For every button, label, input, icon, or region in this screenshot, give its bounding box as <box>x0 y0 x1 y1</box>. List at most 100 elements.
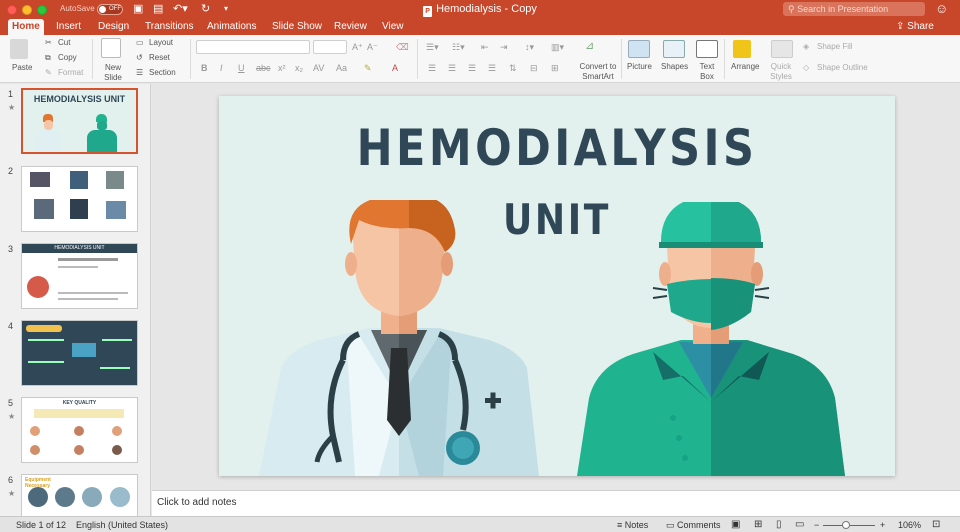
tab-view[interactable]: View <box>378 19 408 35</box>
text-box-icon[interactable] <box>696 40 718 58</box>
thumbnail-photo <box>70 199 88 219</box>
thumbnail-title: HEMODIALYSIS UNIT <box>33 94 126 104</box>
search-input[interactable]: ⚲ Search in Presentation <box>783 2 925 16</box>
quick-styles-icon[interactable] <box>771 40 793 58</box>
slide-canvas[interactable]: HEMODIALYSIS UNIT <box>219 96 895 476</box>
format-painter-button[interactable]: Format <box>58 68 83 78</box>
language-status[interactable]: English (United States) <box>76 519 168 531</box>
bullets-icon[interactable]: ☰▾ <box>426 41 439 53</box>
slide-thumbnail-panel[interactable]: 1 ★ HEMODIALYSIS UNIT 2 3 HEMODIALYSIS U… <box>0 84 151 516</box>
line-spacing-icon[interactable]: ↕▾ <box>525 41 534 53</box>
strikethrough-icon[interactable]: abc <box>256 62 271 74</box>
align-left-icon[interactable]: ☰ <box>428 62 436 74</box>
zoom-level[interactable]: 106% <box>898 519 921 531</box>
clear-format-icon[interactable]: ⌫ <box>396 41 409 53</box>
font-size-select[interactable] <box>313 40 347 54</box>
reading-view-icon[interactable]: ▯ <box>776 519 782 531</box>
grow-font-icon[interactable]: A⁺ <box>352 41 363 53</box>
smartart-icon[interactable]: ⊿ <box>585 41 594 52</box>
notes-pane[interactable]: Click to add notes <box>152 490 960 516</box>
section-button[interactable]: Section <box>149 68 176 78</box>
tab-transitions[interactable]: Transitions <box>141 19 198 35</box>
surgeon-illustration[interactable] <box>571 202 851 476</box>
text-direction-icon[interactable]: ⇅ <box>509 62 517 74</box>
highlight-icon[interactable]: ✎ <box>364 62 372 74</box>
tab-home[interactable]: Home <box>8 19 44 35</box>
layout-button[interactable]: Layout <box>149 38 173 48</box>
paste-button[interactable]: Paste <box>12 63 32 73</box>
tab-design[interactable]: Design <box>94 19 133 35</box>
thumbnail-star-icon: ★ <box>8 412 16 421</box>
thumbnail-number: 5 <box>8 398 14 408</box>
slide-sorter-icon[interactable]: ⊞ <box>754 519 762 531</box>
cut-icon: ✂ <box>45 38 52 47</box>
tab-slide-show[interactable]: Slide Show <box>268 19 326 35</box>
shrink-font-icon[interactable]: A⁻ <box>367 41 378 53</box>
normal-view-icon[interactable]: ▣ <box>731 519 740 531</box>
justify-icon[interactable]: ☰ <box>488 62 496 74</box>
reset-icon: ↺ <box>136 53 143 62</box>
slide-title[interactable]: HEMODIALYSIS <box>266 118 847 178</box>
feedback-smiley-icon[interactable]: ☺ <box>935 2 948 16</box>
tab-insert[interactable]: Insert <box>52 19 85 35</box>
reset-button[interactable]: Reset <box>149 53 170 63</box>
superscript-icon[interactable]: x² <box>278 62 286 74</box>
title-bar: AutoSave OFF ▣ ▤ ↶▾ ↻ ▾ P Hemodialysis - … <box>0 0 960 19</box>
zoom-in-icon[interactable]: + <box>880 519 885 531</box>
thumbnail-slide-2[interactable] <box>21 166 138 232</box>
doctor-face-mini <box>44 120 53 130</box>
decrease-indent-icon[interactable]: ⇤ <box>481 41 489 53</box>
copy-button[interactable]: Copy <box>58 53 77 63</box>
slideshow-view-icon[interactable]: ▭ <box>795 519 804 531</box>
arrange-icon[interactable] <box>733 40 751 58</box>
shapes-icon[interactable] <box>663 40 685 58</box>
tab-animations[interactable]: Animations <box>203 19 260 35</box>
font-family-select[interactable] <box>196 40 310 54</box>
thumbnail-slide-4[interactable] <box>21 320 138 386</box>
thumbnail-slide-5[interactable]: KEY QUALITY <box>21 397 138 463</box>
subscript-icon[interactable]: x₂ <box>295 62 303 74</box>
new-slide-icon[interactable] <box>101 38 121 58</box>
thumbnail-slide-6[interactable]: Equipment Necessary <box>21 474 138 516</box>
arrange-button[interactable]: Arrange <box>731 62 759 72</box>
tab-review[interactable]: Review <box>330 19 371 35</box>
search-icon: ⚲ <box>788 4 798 14</box>
character-spacing-icon[interactable]: AV <box>313 62 324 74</box>
quick-styles-button[interactable]: Quick Styles <box>768 62 794 82</box>
italic-icon[interactable]: I <box>220 62 223 74</box>
share-icon: ⇪ <box>896 21 908 32</box>
underline-icon[interactable]: U <box>238 62 245 74</box>
change-case-icon[interactable]: Aa <box>336 62 347 74</box>
vertical-align-icon[interactable]: ⊞ <box>551 62 559 74</box>
fit-to-window-icon[interactable]: ⊡ <box>932 519 940 531</box>
doctor-illustration[interactable] <box>259 200 539 476</box>
comments-toggle-button[interactable]: ▭ Comments <box>666 519 721 531</box>
cut-button[interactable]: Cut <box>58 38 70 48</box>
increase-indent-icon[interactable]: ⇥ <box>500 41 508 53</box>
columns-icon[interactable]: ▥▾ <box>551 41 564 53</box>
thumbnail-slide-1[interactable]: HEMODIALYSIS UNIT <box>21 88 138 154</box>
bold-icon[interactable]: B <box>201 62 208 74</box>
zoom-out-icon[interactable]: − <box>814 519 819 531</box>
picture-button[interactable]: Picture <box>627 62 652 72</box>
notes-placeholder[interactable]: Click to add notes <box>157 497 237 508</box>
surgeon-scrubs-mini <box>87 130 117 152</box>
notes-toggle-button[interactable]: ≡ Notes <box>617 519 648 531</box>
numbering-icon[interactable]: ☷▾ <box>452 41 465 53</box>
text-box-button[interactable]: Text Box <box>697 62 717 82</box>
zoom-slider-thumb[interactable] <box>842 521 850 529</box>
shapes-button[interactable]: Shapes <box>661 62 688 72</box>
shape-outline-button[interactable]: Shape Outline <box>817 63 868 73</box>
align-center-icon[interactable]: ☰ <box>448 62 456 74</box>
share-button[interactable]: ⇪ Share <box>896 19 934 35</box>
status-bar: Slide 1 of 12 English (United States) ≡ … <box>0 516 960 532</box>
thumbnail-slide-3[interactable]: HEMODIALYSIS UNIT <box>21 243 138 309</box>
paste-icon[interactable] <box>10 39 28 59</box>
align-right-icon[interactable]: ☰ <box>468 62 476 74</box>
font-color-icon[interactable]: A <box>392 62 398 74</box>
picture-icon[interactable] <box>628 40 650 58</box>
new-slide-button[interactable]: New Slide <box>103 63 123 83</box>
shape-fill-button[interactable]: Shape Fill <box>817 42 853 52</box>
convert-smartart-button[interactable]: Convert to SmartArt <box>576 62 620 82</box>
align-text-icon[interactable]: ⊟ <box>530 62 538 74</box>
